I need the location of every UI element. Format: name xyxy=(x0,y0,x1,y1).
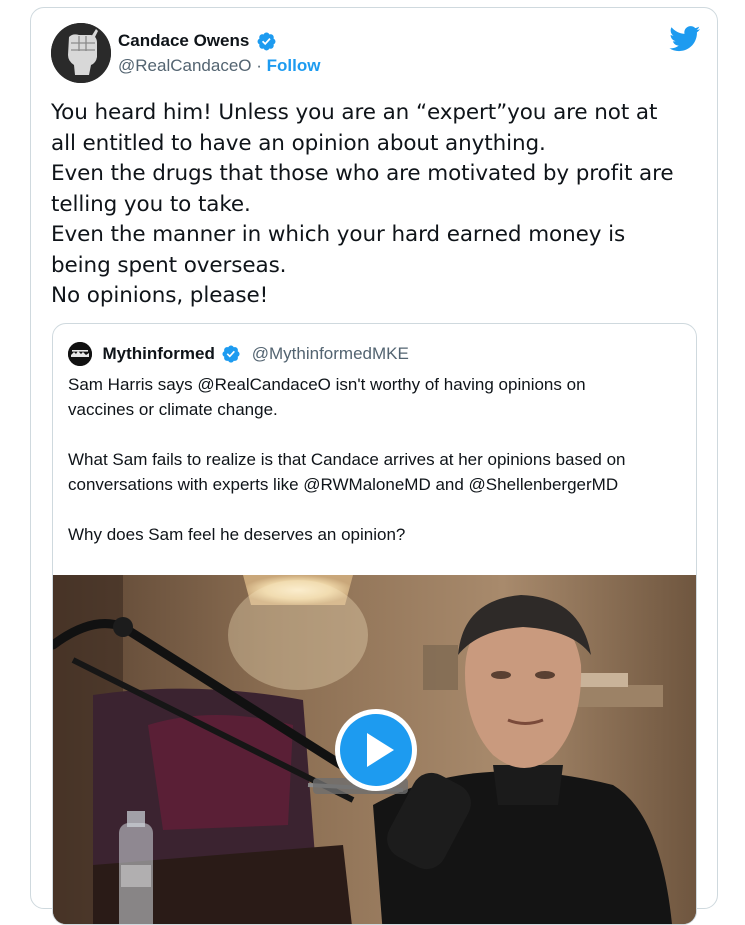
quoted-line xyxy=(68,422,688,447)
author-avatar[interactable] xyxy=(51,23,111,83)
quoted-line xyxy=(68,497,688,522)
video-thumbnail[interactable] xyxy=(53,575,696,924)
quoted-line: What Sam fails to realize is that Candac… xyxy=(68,450,626,469)
quoted-author-avatar[interactable] xyxy=(68,342,92,366)
follow-button[interactable]: Follow xyxy=(267,56,321,75)
tweet-line: all entitled to have an opinion about an… xyxy=(51,130,546,156)
tweet-line: being spent overseas. xyxy=(51,252,287,278)
handle-separator: · xyxy=(251,56,267,75)
quoted-tweet-body: Sam Harris says @RealCandaceO isn't wort… xyxy=(68,372,688,547)
mythinformed-logo-image xyxy=(68,342,92,366)
quoted-author-name[interactable]: Mythinformed xyxy=(102,344,214,364)
author-name[interactable]: Candace Owens xyxy=(118,30,249,52)
play-button[interactable] xyxy=(335,709,417,791)
quoted-tweet-header: Mythinformed @MythinformedMKE xyxy=(68,342,409,366)
tweet-card[interactable]: Candace Owens @RealCandaceO · Follow You… xyxy=(30,7,718,925)
tweet-line: telling you to take. xyxy=(51,191,251,217)
tweet-line: Even the drugs that those who are motiva… xyxy=(51,161,674,186)
tweet-line: You heard him! Unless you are an “expert… xyxy=(51,100,658,125)
twitter-bird-icon[interactable] xyxy=(669,26,701,52)
quoted-line: conversations with experts like @RWMalon… xyxy=(68,475,619,494)
author-info: Candace Owens @RealCandaceO · Follow xyxy=(118,30,320,78)
quoted-line: Why does Sam feel he deserves an opinion… xyxy=(68,525,406,544)
quoted-tweet[interactable]: Mythinformed @MythinformedMKE Sam Harris… xyxy=(52,323,697,925)
raised-fist-image xyxy=(51,23,111,83)
verified-badge-icon xyxy=(222,345,240,363)
verified-badge-icon xyxy=(257,32,276,50)
play-icon xyxy=(367,733,394,767)
tweet-line: No opinions, please! xyxy=(51,283,269,308)
tweet-body: You heard him! Unless you are an “expert… xyxy=(51,98,711,312)
tweet-header: Candace Owens @RealCandaceO · Follow xyxy=(51,23,701,85)
quoted-line: Sam Harris says @RealCandaceO isn't wort… xyxy=(68,375,586,394)
tweet-line: Even the manner in which your hard earne… xyxy=(51,222,626,247)
quoted-line: vaccines or climate change. xyxy=(68,400,278,419)
author-handle[interactable]: @RealCandaceO xyxy=(118,56,252,75)
play-button-circle xyxy=(340,714,412,786)
quoted-author-handle[interactable]: @MythinformedMKE xyxy=(252,344,409,364)
